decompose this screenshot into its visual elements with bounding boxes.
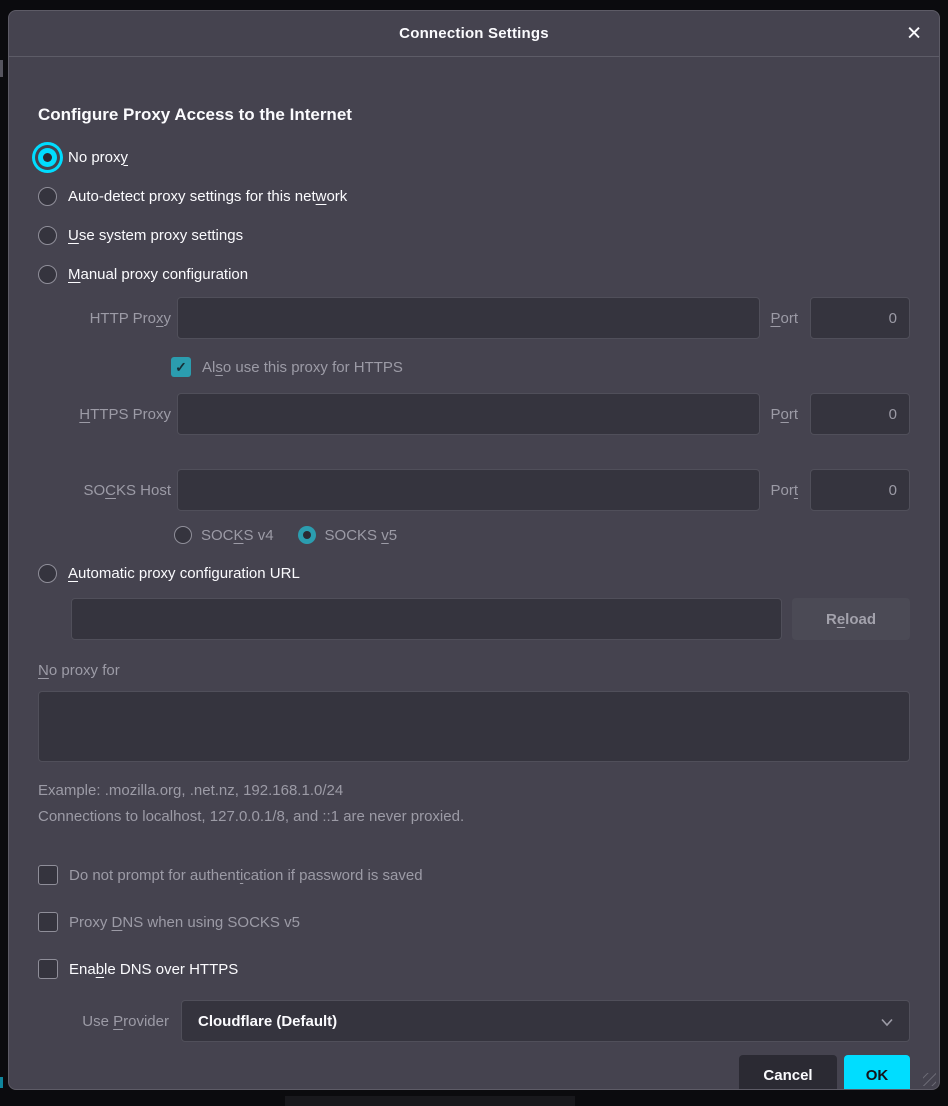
dialog-titlebar: Connection Settings ✕ <box>9 11 939 57</box>
cancel-button[interactable]: Cancel <box>739 1055 837 1090</box>
no-proxy-note-text: Connections to localhost, 127.0.0.1/8, a… <box>38 807 910 827</box>
socks-host-input[interactable] <box>177 469 760 511</box>
http-proxy-label: HTTP Proxy <box>38 310 171 327</box>
radio-icon[interactable] <box>174 526 192 544</box>
checkbox-checked-icon[interactable]: ✓ <box>171 357 191 377</box>
no-proxy-for-textarea[interactable] <box>38 691 910 762</box>
also-https-checkbox-row[interactable]: ✓ Also use this proxy for HTTPS <box>171 356 910 378</box>
dialog-actions: Cancel OK <box>38 1055 910 1090</box>
connection-settings-dialog: Connection Settings ✕ Configure Proxy Ac… <box>8 10 940 1090</box>
checkbox-proxy-dns[interactable]: Proxy DNS when using SOCKS v5 <box>38 911 910 933</box>
checkbox-enable-doh[interactable]: Enable DNS over HTTPS <box>38 958 910 980</box>
radio-icon[interactable] <box>38 265 57 284</box>
checkbox-no-prompt-auth[interactable]: Do not prompt for authentication if pass… <box>38 864 910 886</box>
provider-dropdown[interactable]: Cloudflare (Default) <box>181 1000 910 1042</box>
background-page-strip <box>285 1096 575 1106</box>
https-proxy-label: HTTPS Proxy <box>38 406 171 423</box>
socks-port-input[interactable] <box>810 469 910 511</box>
radio-autoconfig-label: Automatic proxy configuration URL <box>68 565 300 582</box>
provider-dropdown-value: Cloudflare (Default) <box>198 1013 337 1030</box>
socks-host-label: SOCKS Host <box>38 482 171 499</box>
radio-icon[interactable] <box>38 564 57 583</box>
http-proxy-row: HTTP Proxy Port <box>38 297 910 339</box>
autoconfig-url-row: Reload <box>71 598 910 640</box>
resize-grip[interactable] <box>923 1073 936 1086</box>
ok-button[interactable]: OK <box>844 1055 910 1090</box>
radio-manual-proxy-label: Manual proxy configuration <box>68 266 248 283</box>
radio-system-proxy-label: Use system proxy settings <box>68 227 243 244</box>
socks-v5-label: SOCKS v5 <box>325 527 398 544</box>
https-port-input[interactable] <box>810 393 910 435</box>
background-page-sliver-cyan <box>0 1077 3 1088</box>
http-port-input[interactable] <box>810 297 910 339</box>
radio-socks-v5[interactable]: SOCKS v5 <box>298 526 398 544</box>
radio-socks-v4[interactable]: SOCKS v4 <box>174 526 274 544</box>
checkbox-icon[interactable] <box>38 959 58 979</box>
provider-row: Use Provider Cloudflare (Default) <box>38 1000 910 1042</box>
socks-port-label: Port <box>770 482 798 499</box>
page-title: Configure Proxy Access to the Internet <box>38 103 910 127</box>
no-prompt-auth-label: Do not prompt for authentication if pass… <box>69 867 423 884</box>
http-port-label: Port <box>770 310 798 327</box>
https-proxy-row: HTTPS Proxy Port <box>38 393 910 435</box>
radio-selected-icon[interactable] <box>38 148 57 167</box>
no-proxy-example-text: Example: .mozilla.org, .net.nz, 192.168.… <box>38 781 910 801</box>
radio-icon[interactable] <box>38 187 57 206</box>
socks-v4-label: SOCKS v4 <box>201 527 274 544</box>
checkbox-icon[interactable] <box>38 912 58 932</box>
dialog-content: Configure Proxy Access to the Internet N… <box>9 103 939 1090</box>
radio-no-proxy[interactable]: No proxy <box>38 142 910 172</box>
enable-doh-label: Enable DNS over HTTPS <box>69 961 238 978</box>
radio-autodetect[interactable]: Auto-detect proxy settings for this netw… <box>38 181 910 211</box>
chevron-down-icon <box>879 1014 895 1030</box>
background-page-sliver-top <box>0 60 3 77</box>
http-proxy-input[interactable] <box>177 297 760 339</box>
dialog-title: Connection Settings <box>399 25 549 42</box>
use-provider-label: Use Provider <box>38 1013 169 1030</box>
radio-manual-proxy[interactable]: Manual proxy configuration <box>38 259 910 289</box>
proxy-dns-label: Proxy DNS when using SOCKS v5 <box>69 914 300 931</box>
radio-no-proxy-label: No proxy <box>68 149 128 166</box>
radio-selected-icon[interactable] <box>298 526 316 544</box>
checkbox-icon[interactable] <box>38 865 58 885</box>
radio-system-proxy[interactable]: Use system proxy settings <box>38 220 910 250</box>
https-proxy-input[interactable] <box>177 393 760 435</box>
radio-autodetect-label: Auto-detect proxy settings for this netw… <box>68 188 347 205</box>
also-https-label: Also use this proxy for HTTPS <box>202 359 403 376</box>
close-icon[interactable]: ✕ <box>906 24 922 43</box>
no-proxy-for-label: No proxy for <box>38 662 910 682</box>
radio-autoconfig-url[interactable]: Automatic proxy configuration URL <box>38 558 910 588</box>
autoconfig-url-input[interactable] <box>71 598 782 640</box>
https-port-label: Port <box>770 406 798 423</box>
reload-button[interactable]: Reload <box>792 598 910 640</box>
radio-icon[interactable] <box>38 226 57 245</box>
socks-version-row: SOCKS v4 SOCKS v5 <box>174 523 910 547</box>
socks-host-row: SOCKS Host Port <box>38 469 910 511</box>
